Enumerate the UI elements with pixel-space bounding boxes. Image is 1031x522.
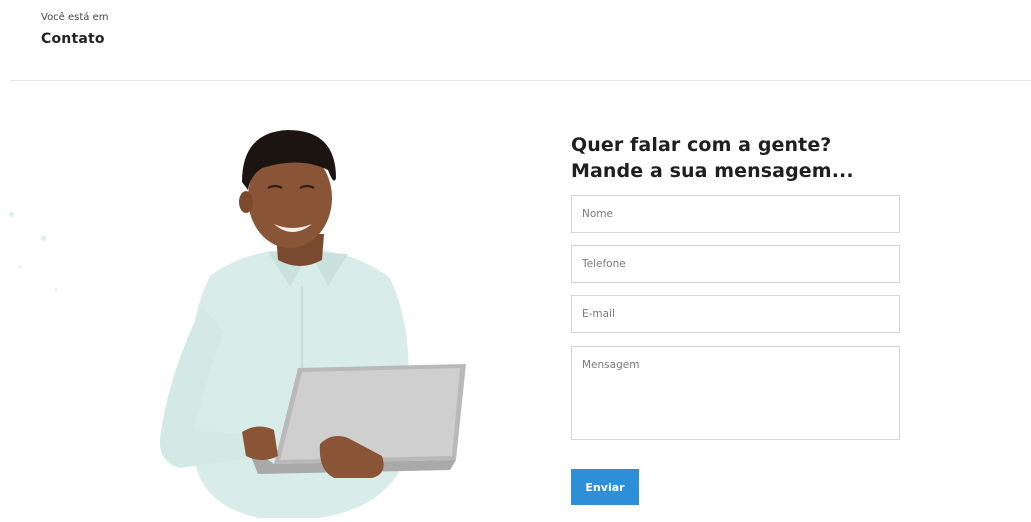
header-divider [10,80,1031,81]
dot-decoration [9,212,14,217]
dot-decoration [54,288,58,292]
breadcrumb: Você está em Contato [41,11,109,47]
dot-decoration [41,236,46,241]
phone-field[interactable] [571,245,900,283]
breadcrumb-prefix: Você está em [41,12,109,23]
dot-decoration [18,265,22,269]
contact-form: Quer falar com a gente? Mande a sua mens… [571,132,901,505]
page-title: Contato [41,31,105,47]
submit-button[interactable]: Enviar [571,469,639,505]
form-title: Quer falar com a gente? Mande a sua mens… [571,134,854,182]
message-field[interactable] [571,346,900,440]
hero-illustration [150,126,470,518]
name-field[interactable] [571,195,900,233]
person-with-laptop-illustration [159,130,466,518]
email-field[interactable] [571,295,900,333]
